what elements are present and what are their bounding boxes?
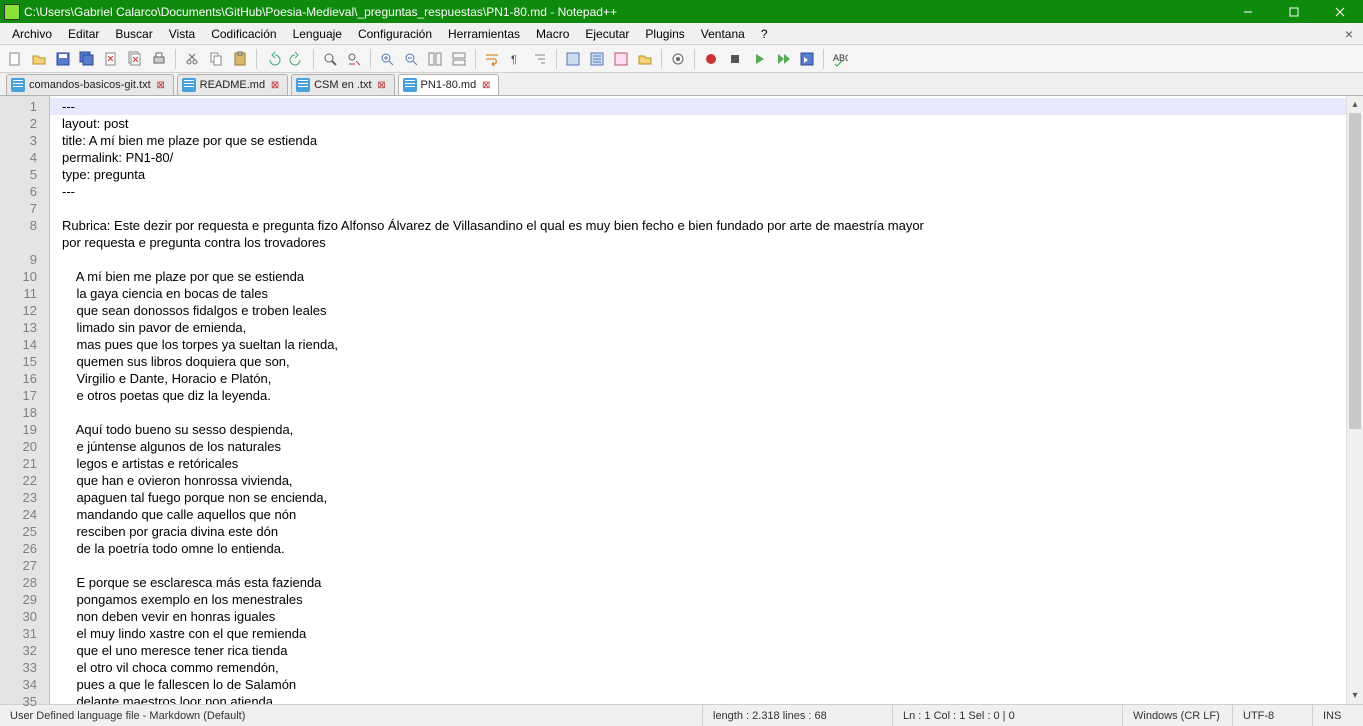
app-icon <box>4 4 20 20</box>
tab-label: PN1-80.md <box>421 79 477 91</box>
status-length: length : 2.318 lines : 68 <box>703 705 893 726</box>
tab[interactable]: CSM en .txt ⊠ <box>291 74 394 95</box>
svg-text:¶: ¶ <box>511 54 517 66</box>
menu-herramientas[interactable]: Herramientas <box>440 25 528 43</box>
paste-button[interactable] <box>229 48 251 70</box>
tab-close-icon[interactable]: ⊠ <box>480 79 492 91</box>
stop-macro-button[interactable] <box>724 48 746 70</box>
tab-close-icon[interactable]: ⊠ <box>155 79 167 91</box>
tabbar: comandos-basicos-git.txt⊠README.md⊠CSM e… <box>0 73 1363 96</box>
editor-area: 1234567891011121314151617181920212223242… <box>0 96 1363 704</box>
tab-label: CSM en .txt <box>314 79 371 91</box>
status-insert-mode[interactable]: INS <box>1313 705 1363 726</box>
show-all-chars-button[interactable]: ¶ <box>505 48 527 70</box>
menu-configuración[interactable]: Configuración <box>350 25 440 43</box>
menubar-close-icon[interactable]: × <box>1339 26 1359 42</box>
menu-editar[interactable]: Editar <box>60 25 107 43</box>
open-file-button[interactable] <box>28 48 50 70</box>
save-button[interactable] <box>52 48 74 70</box>
find-button[interactable] <box>319 48 341 70</box>
replace-button[interactable] <box>343 48 365 70</box>
save-all-button[interactable] <box>76 48 98 70</box>
save-macro-button[interactable] <box>796 48 818 70</box>
window-titlebar: C:\Users\Gabriel Calarco\Documents\GitHu… <box>0 0 1363 23</box>
sync-vscroll-button[interactable] <box>424 48 446 70</box>
status-encoding[interactable]: UTF-8 <box>1233 705 1313 726</box>
close-all-button[interactable] <box>124 48 146 70</box>
new-file-button[interactable] <box>4 48 26 70</box>
play-multi-button[interactable] <box>772 48 794 70</box>
doc-list-button[interactable] <box>586 48 608 70</box>
menu-vista[interactable]: Vista <box>161 25 203 43</box>
indent-guide-button[interactable] <box>529 48 551 70</box>
print-button[interactable] <box>148 48 170 70</box>
maximize-button[interactable] <box>1271 0 1317 23</box>
menu-ejecutar[interactable]: Ejecutar <box>577 25 637 43</box>
monitor-button[interactable] <box>667 48 689 70</box>
tab-label: comandos-basicos-git.txt <box>29 79 151 91</box>
tab-close-icon[interactable]: ⊠ <box>376 79 388 91</box>
zoom-in-button[interactable] <box>376 48 398 70</box>
status-eol[interactable]: Windows (CR LF) <box>1123 705 1233 726</box>
redo-button[interactable] <box>286 48 308 70</box>
tab[interactable]: README.md ⊠ <box>177 74 288 95</box>
zoom-out-button[interactable] <box>400 48 422 70</box>
tab[interactable]: comandos-basicos-git.txt ⊠ <box>6 74 174 95</box>
menu-plugins[interactable]: Plugins <box>637 25 692 43</box>
tab[interactable]: PN1-80.md⊠ <box>398 74 500 95</box>
undo-button[interactable] <box>262 48 284 70</box>
file-icon <box>11 78 25 92</box>
menu-buscar[interactable]: Buscar <box>107 25 160 43</box>
word-wrap-button[interactable] <box>481 48 503 70</box>
menu-?[interactable]: ? <box>753 25 776 43</box>
menubar: ArchivoEditarBuscarVistaCodificaciónLeng… <box>0 23 1363 45</box>
window-title: C:\Users\Gabriel Calarco\Documents\GitHu… <box>24 5 1225 19</box>
status-position: Ln : 1 Col : 1 Sel : 0 | 0 <box>893 705 1123 726</box>
scroll-up-icon[interactable]: ▴ <box>1347 96 1363 113</box>
code-area[interactable]: ---layout: posttitle: A mí bien me plaze… <box>50 96 1346 704</box>
status-language: User Defined language file - Markdown (D… <box>0 705 703 726</box>
cut-button[interactable] <box>181 48 203 70</box>
function-list-button[interactable] <box>610 48 632 70</box>
doc-map-button[interactable] <box>562 48 584 70</box>
sync-hscroll-button[interactable] <box>448 48 470 70</box>
copy-button[interactable] <box>205 48 227 70</box>
scroll-down-icon[interactable]: ▾ <box>1347 687 1363 704</box>
file-icon <box>296 78 310 92</box>
statusbar: User Defined language file - Markdown (D… <box>0 704 1363 726</box>
menu-codificación[interactable]: Codificación <box>203 25 284 43</box>
line-gutter: 1234567891011121314151617181920212223242… <box>0 96 50 704</box>
menu-lenguaje[interactable]: Lenguaje <box>285 25 350 43</box>
file-icon <box>403 78 417 92</box>
svg-text:ABC: ABC <box>833 53 848 63</box>
close-file-button[interactable] <box>100 48 122 70</box>
file-icon <box>182 78 196 92</box>
vertical-scrollbar[interactable]: ▴ ▾ <box>1346 96 1363 704</box>
tab-label: README.md <box>200 79 265 91</box>
menu-ventana[interactable]: Ventana <box>693 25 753 43</box>
play-macro-button[interactable] <box>748 48 770 70</box>
close-button[interactable] <box>1317 0 1363 23</box>
spellcheck-button[interactable]: ABC <box>829 48 851 70</box>
folder-view-button[interactable] <box>634 48 656 70</box>
tab-close-icon[interactable]: ⊠ <box>269 79 281 91</box>
minimize-button[interactable] <box>1225 0 1271 23</box>
record-macro-button[interactable] <box>700 48 722 70</box>
scroll-thumb[interactable] <box>1349 113 1361 429</box>
menu-archivo[interactable]: Archivo <box>4 25 60 43</box>
menu-macro[interactable]: Macro <box>528 25 577 43</box>
toolbar: ¶ ABC <box>0 45 1363 73</box>
